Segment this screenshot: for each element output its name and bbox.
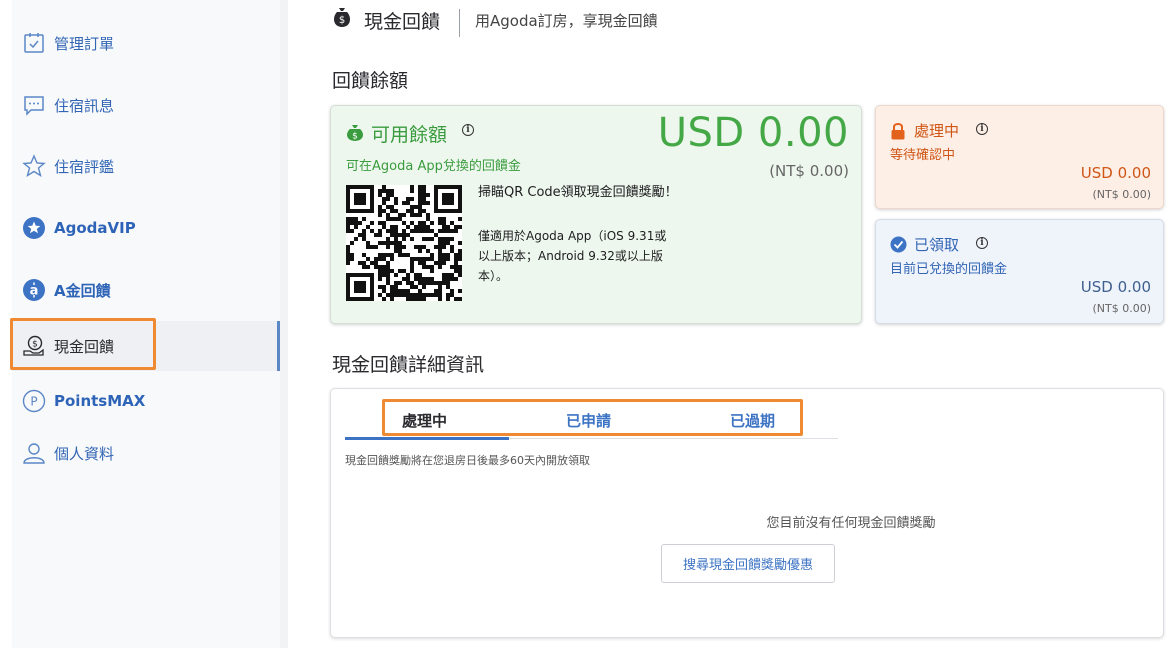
sidebar-item-label: 住宿訊息: [54, 96, 115, 115]
processing-amount-local: (NT$ 0.00): [1092, 188, 1151, 201]
qr-code-image: [346, 185, 462, 301]
sidebar-item-cashback[interactable]: $ 現金回饋: [12, 321, 280, 371]
header-divider: [459, 9, 460, 37]
money-bag-icon: $: [346, 124, 364, 142]
checklist-icon: [22, 31, 46, 55]
svg-text:$: $: [339, 15, 345, 26]
sidebar-item-pointsmax[interactable]: P PointsMAX: [12, 376, 280, 426]
received-card: 已領取 i 目前已兌換的回饋金 USD 0.00 (NT$ 0.00): [875, 219, 1164, 324]
processing-amount: USD 0.00: [1080, 164, 1151, 182]
info-icon[interactable]: i: [976, 123, 988, 135]
sidebar-item-property-messages[interactable]: 住宿訊息: [12, 80, 280, 130]
sidebar-divider: [280, 0, 288, 648]
release-note: 現金回饋獎勵將在您退房日後最多60天內開放領取: [345, 454, 590, 467]
star-outline-icon: [22, 154, 46, 178]
tab-processing[interactable]: 處理中: [402, 410, 447, 431]
sidebar-item-label: 住宿評鑑: [54, 157, 115, 176]
processing-label: 處理中: [914, 122, 960, 140]
processing-card: 處理中 i 等待確認中 USD 0.00 (NT$ 0.00): [875, 105, 1164, 209]
search-cashback-deals-button[interactable]: 搜尋現金回饋獎勵優惠: [661, 544, 835, 583]
svg-text:$: $: [32, 340, 38, 350]
tab-expired[interactable]: 已過期: [730, 410, 775, 431]
details-section-title: 現金回饋詳細資訊: [332, 354, 485, 376]
check-circle-icon: [890, 236, 907, 254]
chat-icon: [22, 93, 46, 117]
person-icon: [22, 441, 46, 465]
available-balance-card: $ 可用餘額 i USD 0.00 (NT$ 0.00) 可在Agoda App…: [330, 105, 862, 324]
tab-applied[interactable]: 已申請: [566, 410, 611, 431]
sidebar-item-reviews[interactable]: 住宿評鑑: [12, 141, 280, 191]
empty-state-text: 您目前沒有任何現金回饋獎勵: [766, 516, 936, 531]
sidebar-item-label: 個人資料: [54, 444, 115, 463]
received-label: 已領取: [914, 236, 960, 254]
received-amount-local: (NT$ 0.00): [1092, 302, 1151, 315]
available-balance-amount: USD 0.00: [657, 110, 849, 156]
cash-hand-icon: $: [22, 334, 46, 358]
sidebar: 管理訂單 住宿訊息 住宿評鑑 AgodaVIP a A金回饋 $ 現金回饋 P …: [12, 0, 280, 648]
available-balance-description: 可在Agoda App兌換的回饋金: [346, 159, 521, 174]
sidebar-item-label: PointsMAX: [54, 392, 146, 410]
sidebar-item-label: AgodaVIP: [54, 219, 136, 237]
info-icon[interactable]: i: [976, 237, 988, 249]
page-subtitle: 用Agoda訂房，享現金回饋: [475, 12, 658, 30]
info-icon[interactable]: i: [462, 124, 474, 136]
svg-text:P: P: [30, 395, 37, 409]
sidebar-item-manage-bookings[interactable]: 管理訂單: [12, 18, 280, 68]
sidebar-item-agoda-cash[interactable]: a A金回饋: [12, 265, 280, 315]
sidebar-item-label: 管理訂單: [54, 34, 115, 53]
cashback-details-panel: 處理中 已申請 已過期 現金回饋獎勵將在您退房日後最多60天內開放領取 您目前沒…: [330, 388, 1164, 638]
balance-section-title: 回饋餘額: [332, 70, 409, 92]
lock-icon: [890, 122, 906, 140]
coin-badge-icon: a: [22, 278, 46, 302]
available-balance-local: (NT$ 0.00): [769, 162, 849, 180]
qr-scan-instructions: 掃瞄QR Code領取現金回饋獎勵！: [478, 185, 678, 200]
points-icon: P: [22, 389, 46, 413]
sidebar-item-profile[interactable]: 個人資料: [12, 428, 280, 478]
sidebar-item-label: A金回饋: [54, 281, 111, 300]
available-balance-label: 可用餘額: [371, 124, 448, 146]
processing-description: 等待確認中: [890, 148, 956, 163]
app-version-note: 僅適用於Agoda App（iOS 9.31或以上版本；Android 9.32…: [478, 229, 667, 283]
sidebar-item-agodavip[interactable]: AgodaVIP: [12, 203, 280, 253]
vip-star-badge-icon: [22, 216, 46, 240]
empty-state-message: 您目前沒有任何現金回饋獎勵: [331, 512, 1163, 531]
active-tab-indicator: [345, 437, 509, 440]
cash-bag-icon: $: [332, 6, 352, 28]
page-title: 現金回饋: [364, 11, 441, 33]
received-amount: USD 0.00: [1080, 278, 1151, 296]
sidebar-item-label: 現金回饋: [54, 337, 115, 356]
received-description: 目前已兌換的回饋金: [890, 262, 1008, 277]
svg-text:$: $: [352, 132, 358, 142]
